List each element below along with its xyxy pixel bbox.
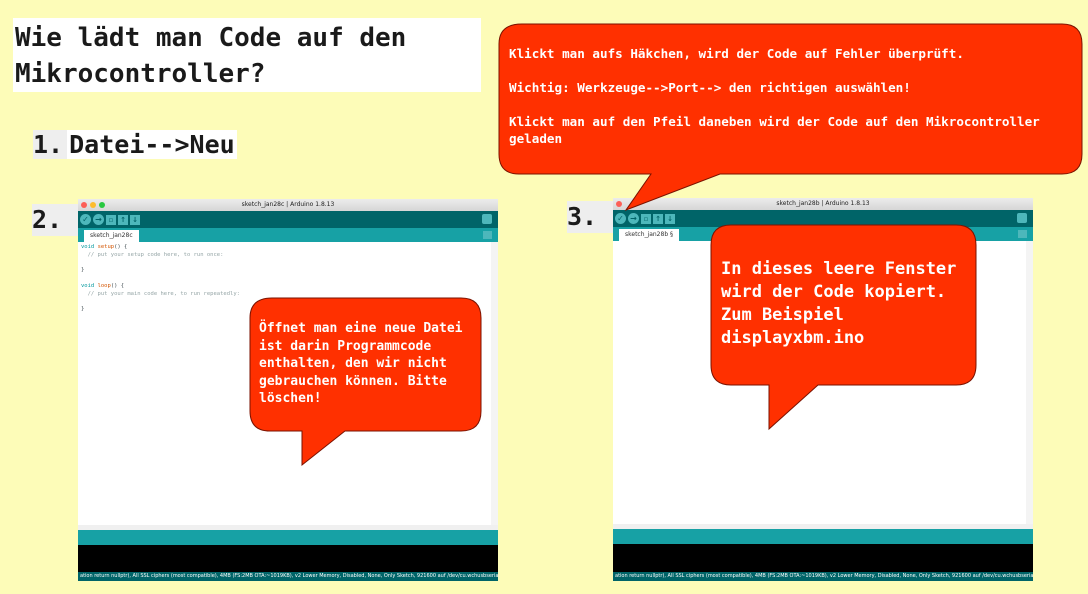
top-callout-text: Klickt man aufs Häkchen, wird der Code a… bbox=[509, 45, 1074, 147]
callout-upload-text: Klickt man auf den Pfeil daneben wird de… bbox=[509, 114, 1040, 146]
callout-verify-text: Klickt man aufs Häkchen, wird der Code a… bbox=[509, 46, 964, 61]
right-callout-text: In dieses leere Fenster wird der Code ko… bbox=[721, 259, 957, 348]
callout-port-text: Wichtig: Werkzeuge-->Port--> den richtig… bbox=[509, 80, 911, 95]
left-callout-text: Öffnet man eine neue Datei ist darin Pro… bbox=[259, 321, 463, 406]
